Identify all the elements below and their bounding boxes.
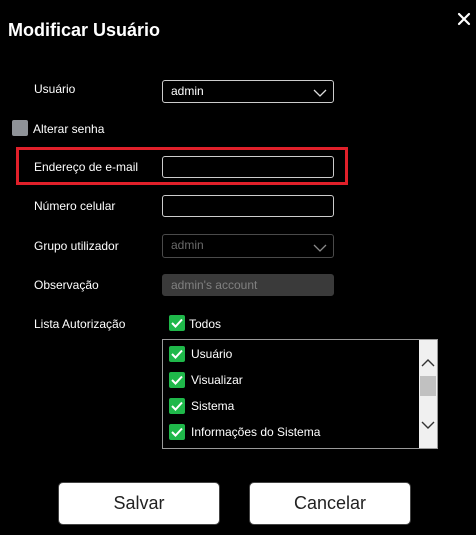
user-label: Usuário bbox=[34, 82, 76, 96]
permission-checkbox[interactable] bbox=[169, 398, 185, 414]
group-label: Grupo utilizador bbox=[34, 239, 119, 253]
list-scrollbar[interactable] bbox=[419, 340, 437, 448]
group-select: admin bbox=[162, 234, 334, 258]
permission-checkbox[interactable] bbox=[169, 346, 185, 362]
all-checkbox[interactable] bbox=[169, 315, 185, 331]
phone-field[interactable] bbox=[162, 195, 334, 217]
note-label: Observação bbox=[34, 278, 99, 292]
permission-checkbox[interactable] bbox=[169, 372, 185, 388]
close-icon[interactable] bbox=[456, 11, 472, 27]
permission-label: Visualizar bbox=[191, 373, 243, 387]
all-label: Todos bbox=[189, 317, 222, 331]
group-select-value: admin bbox=[171, 238, 204, 252]
permission-checkbox[interactable] bbox=[169, 424, 185, 440]
scroll-thumb[interactable] bbox=[420, 376, 436, 396]
chevron-down-icon[interactable] bbox=[419, 416, 437, 434]
change-password-checkbox[interactable] bbox=[12, 120, 28, 136]
change-password-label: Alterar senha bbox=[33, 122, 105, 136]
save-button[interactable]: Salvar bbox=[58, 482, 220, 525]
email-label: Endereço de e-mail bbox=[34, 160, 139, 174]
chevron-up-icon[interactable] bbox=[419, 354, 437, 372]
user-select[interactable]: admin bbox=[162, 80, 334, 103]
note-field: admin's account bbox=[162, 274, 334, 296]
permissions-label: Lista Autorização bbox=[34, 317, 126, 331]
user-select-value: admin bbox=[171, 84, 204, 98]
cancel-button[interactable]: Cancelar bbox=[249, 482, 411, 525]
phone-label: Número celular bbox=[34, 199, 116, 213]
email-field[interactable] bbox=[162, 156, 334, 178]
chevron-down-icon bbox=[313, 85, 327, 97]
modify-user-dialog: Modificar Usuário Usuário admin Alterar … bbox=[0, 0, 476, 535]
dialog-title: Modificar Usuário bbox=[8, 20, 161, 40]
chevron-down-icon bbox=[313, 240, 327, 252]
permission-label: Sistema bbox=[191, 399, 235, 413]
permissions-list[interactable]: Usuário Visualizar Sistema Informações d… bbox=[162, 339, 438, 449]
permission-label: Informações do Sistema bbox=[191, 425, 321, 439]
permission-label: Usuário bbox=[191, 347, 233, 361]
